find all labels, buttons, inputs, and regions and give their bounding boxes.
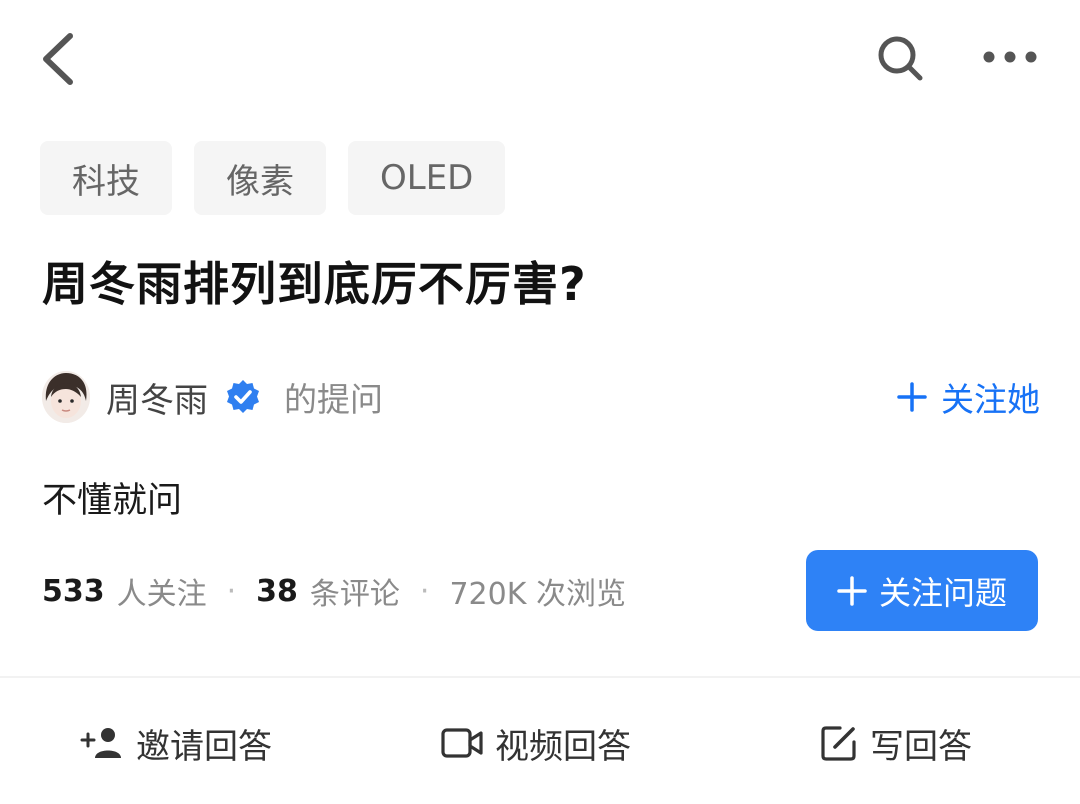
divider xyxy=(0,676,1080,678)
topic-tag[interactable]: 像素 xyxy=(194,141,326,215)
back-button[interactable] xyxy=(36,30,80,88)
write-answer-label: 写回答 xyxy=(870,726,972,767)
follow-question-label: 关注问题 xyxy=(878,573,1007,612)
avatar[interactable] xyxy=(42,371,90,423)
separator: · xyxy=(419,573,430,609)
separator: · xyxy=(226,573,237,609)
invite-answer-label: 邀请回答 xyxy=(136,726,272,767)
more-button[interactable] xyxy=(980,44,1040,70)
question-title: 周冬雨排列到底厉不厉害? xyxy=(42,257,587,311)
question-description: 不懂就问 xyxy=(42,481,183,521)
question-stats: 533 人关注 · 38 条评论 · 720K 次浏览 xyxy=(42,568,626,614)
invite-answer-button[interactable]: 邀请回答 xyxy=(80,716,272,770)
author-row[interactable]: 周冬雨 的提问 xyxy=(42,369,383,425)
follow-question-button[interactable]: 关注问题 xyxy=(806,550,1038,631)
views-label: 720K 次浏览 xyxy=(449,577,626,612)
verified-badge-icon xyxy=(227,380,259,413)
topic-tags: 科技 像素 OLED xyxy=(40,141,506,215)
video-answer-button[interactable]: 视频回答 xyxy=(441,716,631,770)
comments-count[interactable]: 38 xyxy=(256,574,298,609)
chevron-left-icon xyxy=(43,33,73,85)
search-button[interactable] xyxy=(874,32,926,84)
video-answer-label: 视频回答 xyxy=(495,726,631,767)
search-icon xyxy=(878,36,923,81)
comments-label[interactable]: 条评论 xyxy=(310,569,400,613)
video-camera-icon xyxy=(441,728,483,758)
followers-label: 人关注 xyxy=(116,577,207,612)
plus-icon xyxy=(897,382,927,412)
follow-author-button[interactable]: 关注她 xyxy=(897,372,1040,422)
more-horizontal-icon xyxy=(983,51,1037,63)
avatar-image xyxy=(42,371,90,423)
author-name[interactable]: 周冬雨 xyxy=(106,373,208,422)
topic-tag[interactable]: OLED xyxy=(348,141,506,215)
followers-count: 533 xyxy=(42,573,105,609)
topic-tag[interactable]: 科技 xyxy=(40,141,172,215)
asked-label: 的提问 xyxy=(284,380,383,419)
write-answer-button[interactable]: 写回答 xyxy=(820,716,972,770)
edit-icon xyxy=(821,726,856,761)
follow-author-label: 关注她 xyxy=(941,380,1040,419)
add-person-icon xyxy=(80,728,121,758)
plus-icon xyxy=(837,575,867,606)
